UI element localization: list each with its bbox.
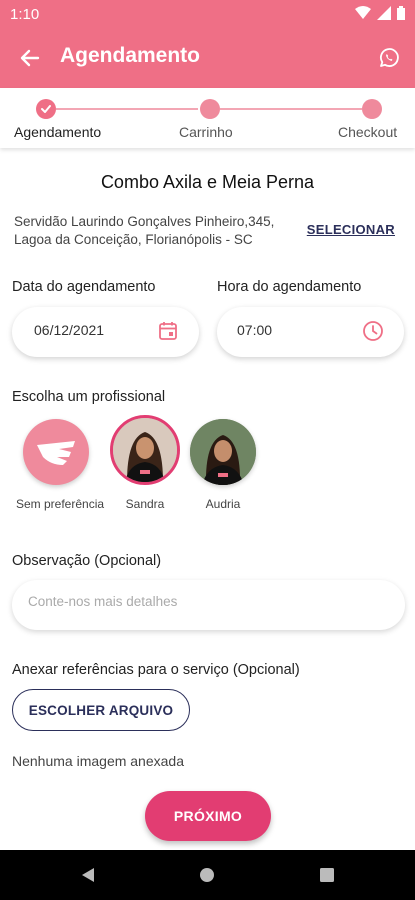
- address-line-2: Lagoa da Conceição, Florianópolis - SC: [14, 232, 253, 247]
- back-button[interactable]: [14, 42, 46, 74]
- app-bar: Agendamento: [0, 28, 415, 88]
- step-label-agendamento: Agendamento: [14, 124, 102, 140]
- professional-option-sandra[interactable]: Sandra: [105, 415, 185, 511]
- attachments-label: Anexar referências para o serviço (Opcio…: [12, 662, 300, 678]
- step-3-dot: [362, 99, 382, 119]
- step-connector: [56, 108, 198, 110]
- whatsapp-button[interactable]: [373, 42, 405, 74]
- date-field[interactable]: 06/12/2021: [12, 307, 199, 357]
- address: Servidão Laurindo Gonçalves Pinheiro,345…: [14, 213, 304, 249]
- avatar: [190, 419, 256, 485]
- professional-option-audria[interactable]: Audria: [183, 419, 263, 511]
- status-time: 1:10: [10, 6, 40, 23]
- time-field[interactable]: 07:00: [217, 307, 404, 357]
- step-connector: [220, 108, 362, 110]
- date-label: Data do agendamento: [12, 279, 156, 295]
- professional-label: Escolha um profissional: [12, 389, 166, 405]
- professional-name: Audria: [205, 497, 241, 511]
- nav-back-icon[interactable]: [80, 867, 96, 883]
- time-value: 07:00: [237, 322, 273, 338]
- step-label-carrinho: Carrinho: [179, 124, 233, 140]
- whatsapp-icon: [380, 48, 399, 67]
- professional-name: Sandra: [125, 497, 165, 511]
- choose-file-button[interactable]: ESCOLHER ARQUIVO: [12, 689, 190, 731]
- observation-input[interactable]: [28, 594, 388, 609]
- clock-icon: [363, 321, 383, 341]
- no-image-text: Nenhuma imagem anexada: [12, 753, 184, 769]
- page-title: Agendamento: [60, 44, 201, 67]
- nav-recents-icon[interactable]: [319, 867, 335, 883]
- status-bar: 1:10: [0, 0, 415, 28]
- address-line-1: Servidão Laurindo Gonçalves Pinheiro,345…: [14, 214, 275, 229]
- wing-icon: [23, 419, 89, 485]
- professional-option-no-preference[interactable]: Sem preferência: [16, 419, 105, 511]
- stepper: Agendamento Carrinho Checkout: [0, 88, 415, 148]
- time-label: Hora do agendamento: [217, 279, 362, 295]
- step-2-dot: [200, 99, 220, 119]
- signal-icon: [377, 6, 391, 20]
- professional-name: Sem preferência: [16, 497, 105, 511]
- date-value: 06/12/2021: [34, 322, 105, 338]
- nav-home-icon[interactable]: [199, 867, 215, 883]
- avatar: [110, 415, 180, 485]
- battery-icon: [397, 6, 405, 20]
- next-button[interactable]: PRÓXIMO: [145, 791, 271, 841]
- observation-label: Observação (Opcional): [12, 553, 162, 569]
- wifi-icon: [355, 6, 371, 19]
- status-icons: [355, 6, 405, 20]
- calendar-icon: [159, 322, 177, 340]
- service-title: Combo Axila e Meia Perna: [100, 172, 315, 192]
- step-label-checkout: Checkout: [338, 124, 398, 140]
- step-1-check-icon: [36, 99, 56, 119]
- observation-field[interactable]: [12, 580, 405, 630]
- select-address-link[interactable]: SELECIONAR: [307, 222, 395, 237]
- system-nav-bar: [0, 850, 415, 900]
- arrow-left-icon: [20, 49, 40, 67]
